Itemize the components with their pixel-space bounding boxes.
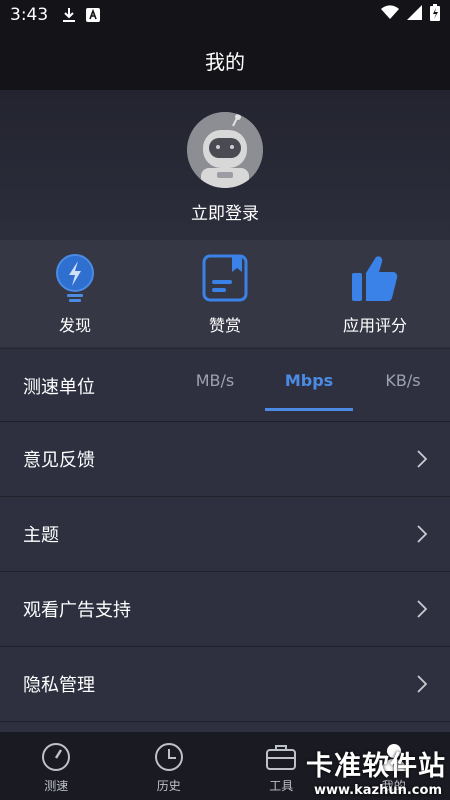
watermark-url: www.kazhun.com [313, 783, 442, 798]
speed-unit-label: 测速单位 [23, 377, 95, 398]
signal-icon [407, 5, 422, 25]
page-title: 我的 [205, 49, 245, 74]
menu-item-theme[interactable]: 主题 [0, 497, 450, 572]
tab-history[interactable]: 历史 [113, 732, 226, 800]
menu-item-label: 隐私管理 [23, 675, 95, 696]
wifi-icon [381, 5, 399, 25]
menu-item-label: 意见反馈 [23, 450, 95, 471]
thumbs-up-icon [350, 252, 400, 304]
clock-icon [154, 742, 184, 772]
tab-label: 测速 [44, 779, 69, 793]
tab-speed-test[interactable]: 测速 [0, 732, 113, 800]
status-time: 3:43 [10, 5, 49, 25]
chevron-right-icon [417, 525, 427, 543]
feature-row: 发现 赞赏 应用评分 [0, 240, 450, 347]
feature-discover[interactable]: 发现 [0, 240, 150, 347]
menu-item-label: 主题 [23, 525, 59, 546]
tab-label: 历史 [156, 779, 181, 793]
watermark-title: 卡准软件站 [306, 751, 446, 782]
unit-option-mbytes[interactable]: MB/s [168, 349, 262, 411]
chevron-right-icon [417, 600, 427, 618]
toolbox-icon [265, 742, 297, 772]
battery-icon [430, 4, 440, 26]
login-link[interactable]: 立即登录 [191, 199, 259, 224]
feature-label: 赞赏 [208, 316, 241, 335]
feature-reward[interactable]: 赞赏 [150, 240, 300, 347]
gauge-icon [41, 742, 71, 772]
download-icon [62, 7, 76, 23]
menu-item-privacy[interactable]: 隐私管理 [0, 647, 450, 722]
astronaut-avatar-icon[interactable] [187, 112, 263, 188]
unit-option-mbps[interactable]: Mbps [262, 349, 356, 411]
menu-item-watch-ads[interactable]: 观看广告支持 [0, 572, 450, 647]
chevron-right-icon [417, 450, 427, 468]
feature-label: 发现 [58, 316, 91, 335]
menu-item-label: 观看广告支持 [23, 600, 131, 621]
profile-section: 立即登录 [0, 90, 450, 240]
feature-rate-app[interactable]: 应用评分 [300, 240, 450, 347]
feature-label: 应用评分 [342, 316, 407, 335]
watermark: 卡准软件站 www.kazhun.com [300, 744, 450, 800]
unit-option-kbytes[interactable]: KB/s [356, 349, 450, 411]
settings-menu: 意见反馈 主题 观看广告支持 隐私管理 [0, 422, 450, 722]
status-bar: 3:43 [0, 0, 450, 30]
font-icon [86, 8, 101, 22]
speed-unit-selector: MB/s Mbps KB/s [168, 349, 450, 423]
speed-unit-row: 测速单位 MB/s Mbps KB/s [0, 348, 450, 422]
chevron-right-icon [417, 675, 427, 693]
menu-item-feedback[interactable]: 意见反馈 [0, 422, 450, 497]
notebook-icon [202, 252, 248, 304]
tab-label: 工具 [269, 779, 294, 793]
lightning-bulb-icon [53, 252, 97, 304]
title-bar: 我的 [0, 30, 450, 90]
